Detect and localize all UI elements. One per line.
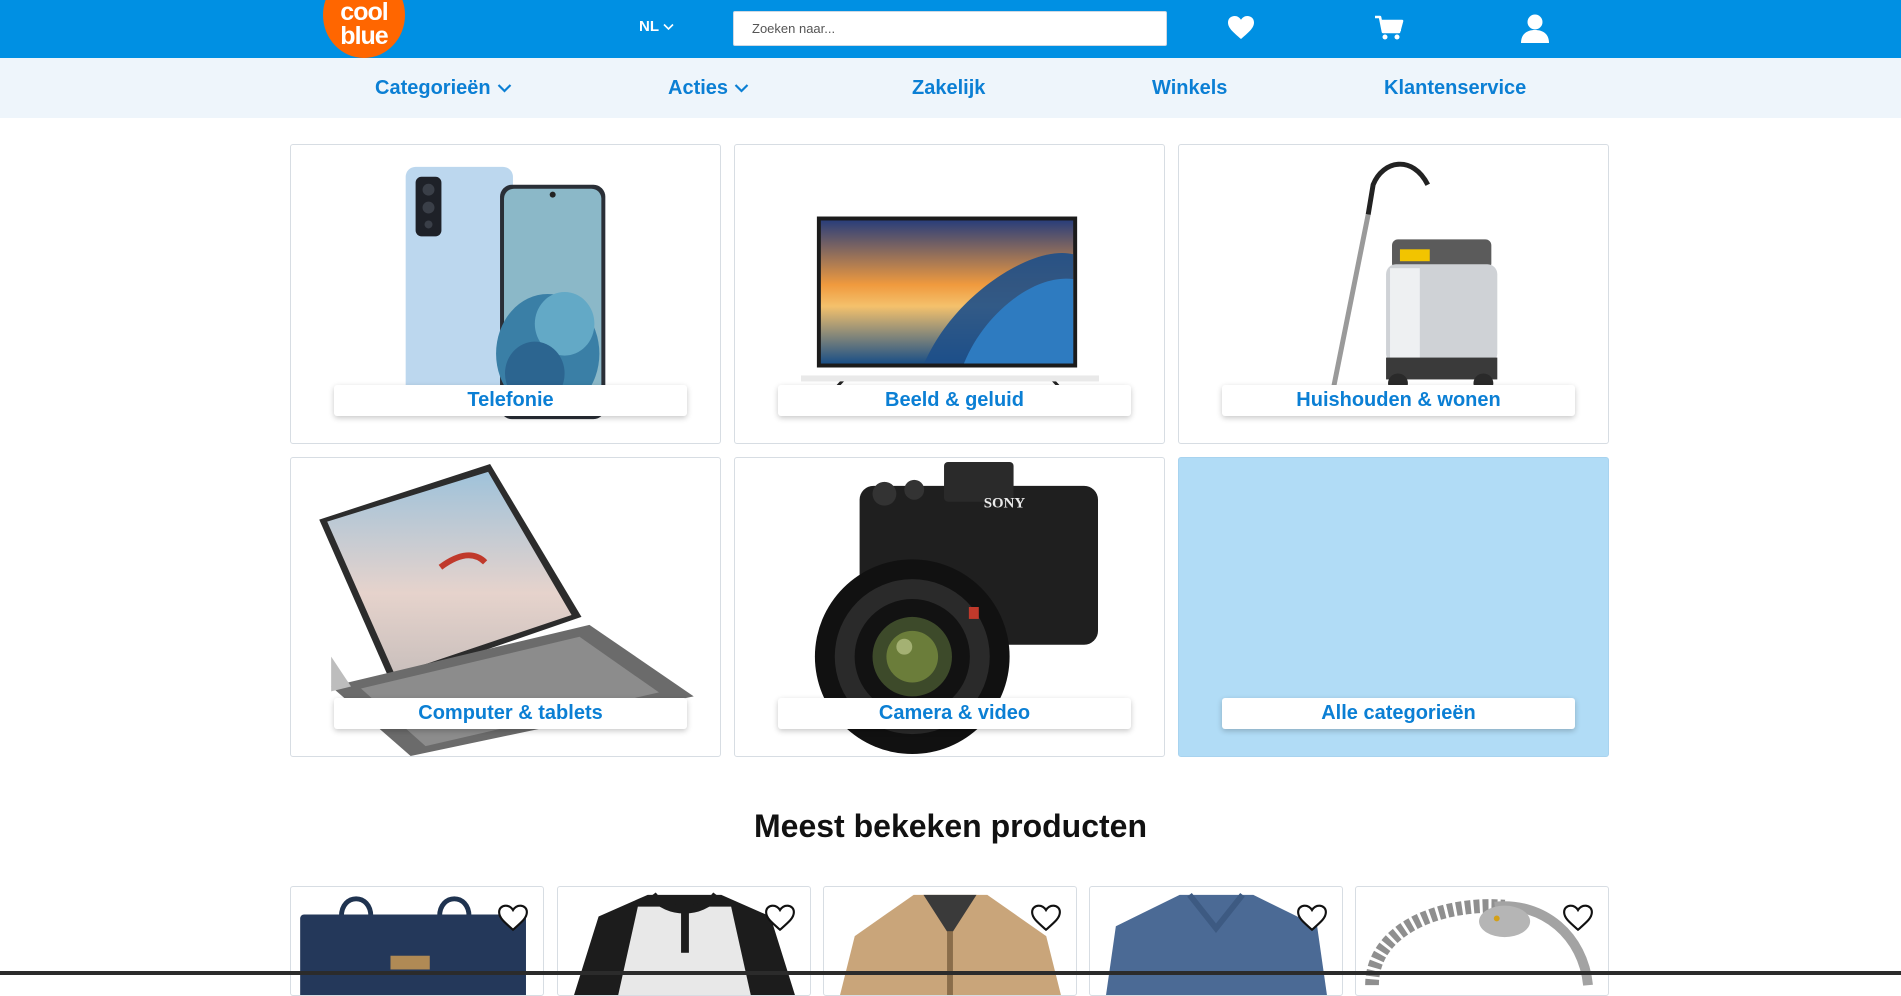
favorite-heart-icon[interactable] bbox=[1562, 903, 1594, 933]
category-label: Alle categorieën bbox=[1222, 698, 1575, 729]
category-card-camera-video[interactable]: SONY Camera & video bbox=[734, 457, 1165, 757]
svg-text:SONY: SONY bbox=[984, 496, 1026, 512]
wishlist-button[interactable] bbox=[1225, 12, 1257, 44]
category-card-huishouden-wonen[interactable]: Huishouden & wonen bbox=[1178, 144, 1609, 444]
nav-item-label: Zakelijk bbox=[912, 76, 986, 99]
user-icon bbox=[1521, 14, 1549, 43]
nav-item-klantenservice[interactable]: Klantenservice bbox=[1384, 58, 1526, 118]
chevron-down-icon bbox=[663, 23, 674, 30]
product-card[interactable] bbox=[557, 886, 811, 996]
product-card[interactable] bbox=[1089, 886, 1343, 996]
category-card-alle-categorieen[interactable]: Alle categorieën bbox=[1178, 457, 1609, 757]
product-card[interactable] bbox=[1355, 886, 1609, 996]
language-selector[interactable]: NL bbox=[639, 18, 674, 35]
heart-icon bbox=[1228, 16, 1254, 39]
product-card[interactable] bbox=[823, 886, 1077, 996]
product-card[interactable] bbox=[290, 886, 544, 996]
category-label: Huishouden & wonen bbox=[1222, 385, 1575, 416]
coolblue-logo[interactable]: cool blue bbox=[323, 0, 405, 58]
category-label: Telefonie bbox=[334, 385, 687, 416]
search-input[interactable] bbox=[733, 11, 1167, 46]
nav-item-zakelijk[interactable]: Zakelijk bbox=[912, 58, 985, 118]
section-title-most-viewed: Meest bekeken producten bbox=[754, 808, 1147, 844]
nav-item-label: Categorieën bbox=[375, 76, 491, 99]
nav-item-winkels[interactable]: Winkels bbox=[1152, 58, 1227, 118]
category-card-beeld-geluid[interactable]: Beeld & geluid bbox=[734, 144, 1165, 444]
language-label: NL bbox=[639, 18, 659, 35]
nav-item-label: Klantenservice bbox=[1384, 76, 1527, 99]
favorite-heart-icon[interactable] bbox=[1296, 903, 1328, 933]
category-label: Beeld & geluid bbox=[778, 385, 1131, 416]
favorite-heart-icon[interactable] bbox=[1030, 903, 1062, 933]
cart-button[interactable] bbox=[1373, 12, 1405, 44]
account-button[interactable] bbox=[1519, 12, 1551, 44]
logo-line-2: blue bbox=[340, 22, 388, 50]
main-navigation: Categorieën Acties Zakelijk Winkels Klan… bbox=[0, 58, 1901, 118]
favorite-heart-icon[interactable] bbox=[764, 903, 796, 933]
chevron-down-icon bbox=[734, 84, 749, 93]
category-card-telefonie[interactable]: Telefonie bbox=[290, 144, 721, 444]
favorite-heart-icon[interactable] bbox=[497, 903, 529, 933]
chevron-down-icon bbox=[497, 84, 511, 93]
category-label: Camera & video bbox=[778, 698, 1131, 729]
nav-item-categorieen[interactable]: Categorieën bbox=[375, 58, 512, 118]
category-card-computer-tablets[interactable]: Computer & tablets bbox=[290, 457, 721, 757]
cart-icon bbox=[1375, 15, 1404, 40]
category-label: Computer & tablets bbox=[334, 698, 687, 729]
nav-item-label: Acties bbox=[668, 76, 729, 99]
nav-item-acties[interactable]: Acties bbox=[668, 58, 749, 118]
logo-line-1: cool bbox=[340, 0, 388, 26]
nav-item-label: Winkels bbox=[1152, 76, 1228, 99]
bottom-edge-bar bbox=[0, 971, 1901, 975]
top-bar: cool blue NL bbox=[0, 0, 1901, 58]
